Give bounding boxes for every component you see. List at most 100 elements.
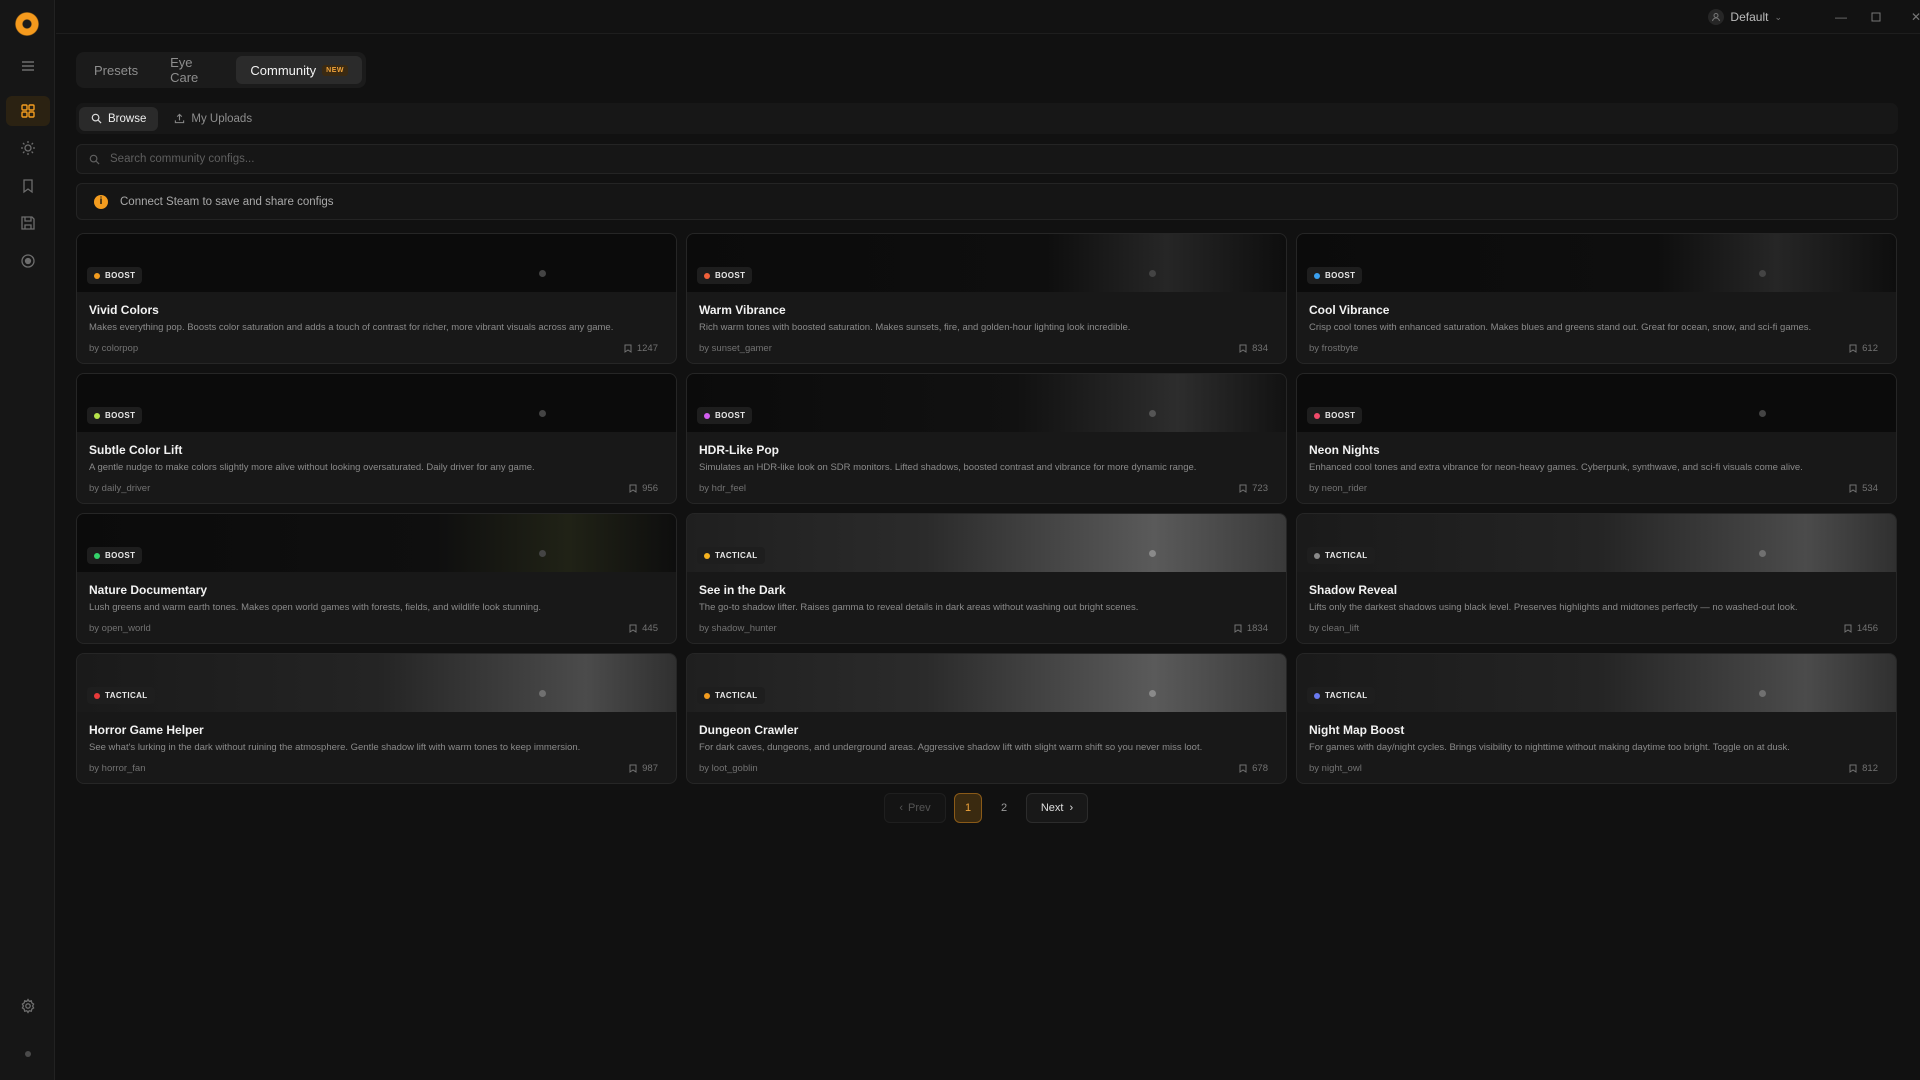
config-card[interactable]: BOOST HDR-Like Pop Simulates an HDR-like… — [686, 373, 1287, 504]
category-badge: BOOST — [87, 407, 143, 424]
upload-icon — [175, 113, 185, 124]
config-card[interactable]: BOOST Subtle Color Lift A gentle nudge t… — [76, 373, 677, 504]
bookmark-icon — [624, 344, 632, 353]
tab-browse[interactable]: Browse — [79, 106, 159, 131]
bookmark-icon — [1239, 764, 1247, 773]
tab-label: Browse — [108, 112, 147, 125]
category-badge: TACTICAL — [1307, 547, 1375, 564]
tab-eye-care[interactable]: Eye Care — [156, 55, 232, 85]
card-author: by colorpop — [89, 343, 139, 354]
card-author: by hdr_feel — [699, 483, 747, 494]
config-card[interactable]: TACTICAL Horror Game Helper See what's l… — [76, 653, 677, 784]
card-description: Enhanced cool tones and extra vibrance f… — [1309, 462, 1803, 473]
card-author: by neon_rider — [1309, 483, 1368, 494]
card-preview — [687, 654, 1286, 712]
preview-dot — [1149, 410, 1156, 417]
page-button[interactable]: 2 — [990, 793, 1018, 823]
category-label: TACTICAL — [1325, 551, 1368, 560]
card-description: For dark caves, dungeons, and undergroun… — [699, 742, 1203, 753]
config-card[interactable]: BOOST Nature Documentary Lush greens and… — [76, 513, 677, 644]
card-title: HDR-Like Pop — [699, 443, 780, 457]
save-count: 445 — [642, 623, 658, 634]
next-button[interactable]: Next › — [1026, 793, 1088, 823]
preview-dot — [1149, 550, 1156, 557]
preview-dot — [1149, 690, 1156, 697]
config-card[interactable]: BOOST Warm Vibrance Rich warm tones with… — [686, 233, 1287, 364]
next-label: Next — [1040, 802, 1064, 814]
config-card[interactable]: TACTICAL See in the Dark The go-to shado… — [686, 513, 1287, 644]
save-icon[interactable] — [6, 208, 50, 238]
preview-dot — [1759, 690, 1766, 697]
category-badge: BOOST — [87, 267, 143, 284]
save-count: 834 — [1252, 343, 1268, 354]
category-badge: BOOST — [1307, 407, 1363, 424]
card-author: by sunset_gamer — [699, 343, 772, 354]
config-card[interactable]: TACTICAL Shadow Reveal Lifts only the da… — [1296, 513, 1897, 644]
target-icon[interactable] — [6, 246, 50, 276]
maximize-icon[interactable] — [1866, 7, 1886, 27]
preview-dot — [539, 270, 546, 277]
card-title: Night Map Boost — [1309, 723, 1405, 737]
close-icon[interactable]: ✕ — [1906, 7, 1920, 27]
category-label: BOOST — [715, 411, 746, 420]
category-label: BOOST — [1325, 271, 1356, 280]
card-title: See in the Dark — [699, 583, 786, 597]
bookmark-icon — [1844, 624, 1852, 633]
category-badge: BOOST — [697, 267, 753, 284]
card-preview — [1297, 234, 1896, 292]
card-description: For games with day/night cycles. Brings … — [1309, 742, 1790, 753]
menu-icon[interactable] — [6, 51, 50, 81]
config-grid: BOOST Vivid Colors Makes everything pop.… — [76, 233, 1897, 784]
config-card[interactable]: TACTICAL Dungeon Crawler For dark caves,… — [686, 653, 1287, 784]
card-description: Lush greens and warm earth tones. Makes … — [89, 602, 542, 613]
brightness-icon[interactable] — [6, 133, 50, 163]
user-icon — [1708, 9, 1725, 25]
category-label: BOOST — [1325, 411, 1356, 420]
profile-name: Default — [1730, 10, 1769, 24]
card-title: Shadow Reveal — [1309, 583, 1398, 597]
search-input[interactable] — [110, 153, 710, 165]
category-badge: BOOST — [697, 407, 753, 424]
card-saves: 812 — [1849, 763, 1878, 774]
category-label: TACTICAL — [1325, 691, 1368, 700]
config-card[interactable]: BOOST Neon Nights Enhanced cool tones an… — [1296, 373, 1897, 504]
save-count: 723 — [1252, 483, 1268, 494]
category-badge: TACTICAL — [697, 547, 765, 564]
save-count: 812 — [1862, 763, 1878, 774]
main-tabs: Presets Eye Care Community NEW — [76, 52, 366, 88]
profile-selector[interactable]: Default ⌄ — [1708, 8, 1782, 26]
config-card[interactable]: BOOST Vivid Colors Makes everything pop.… — [76, 233, 677, 364]
card-author: by clean_lift — [1309, 623, 1360, 634]
tab-presets[interactable]: Presets — [80, 56, 152, 84]
card-description: Makes everything pop. Boosts color satur… — [89, 322, 614, 333]
prev-button[interactable]: ‹ Prev — [884, 793, 946, 823]
category-dot — [1314, 272, 1320, 279]
info-icon: i — [94, 194, 108, 209]
bookmark-icon[interactable] — [6, 171, 50, 201]
page-button[interactable]: 1 — [954, 793, 982, 823]
bookmark-icon — [629, 764, 637, 773]
category-dot — [1314, 412, 1320, 419]
category-dot — [704, 272, 710, 279]
config-card[interactable]: BOOST Cool Vibrance Crisp cool tones wit… — [1296, 233, 1897, 364]
tab-community[interactable]: Community NEW — [236, 56, 362, 84]
card-preview — [77, 514, 676, 572]
card-description: Crisp cool tones with enhanced saturatio… — [1309, 322, 1812, 333]
card-description: Rich warm tones with boosted saturation.… — [699, 322, 1131, 333]
status-dot-icon — [6, 1039, 50, 1069]
category-badge: TACTICAL — [1307, 687, 1375, 704]
category-dot — [704, 692, 710, 699]
settings-icon[interactable] — [6, 991, 50, 1021]
card-author: by horror_fan — [89, 763, 146, 774]
search-bar — [76, 144, 1898, 174]
card-title: Neon Nights — [1309, 443, 1380, 457]
bookmark-icon — [1849, 484, 1857, 493]
minimize-icon[interactable]: — — [1831, 7, 1851, 27]
save-count: 612 — [1862, 343, 1878, 354]
grid-icon[interactable] — [6, 96, 50, 126]
card-saves: 1834 — [1234, 623, 1268, 634]
tab-my-uploads[interactable]: My Uploads — [162, 107, 264, 131]
config-card[interactable]: TACTICAL Night Map Boost For games with … — [1296, 653, 1897, 784]
pagination: ‹ Prev 1 2 Next › — [884, 793, 1088, 823]
card-description: The go-to shadow lifter. Raises gamma to… — [699, 602, 1139, 613]
